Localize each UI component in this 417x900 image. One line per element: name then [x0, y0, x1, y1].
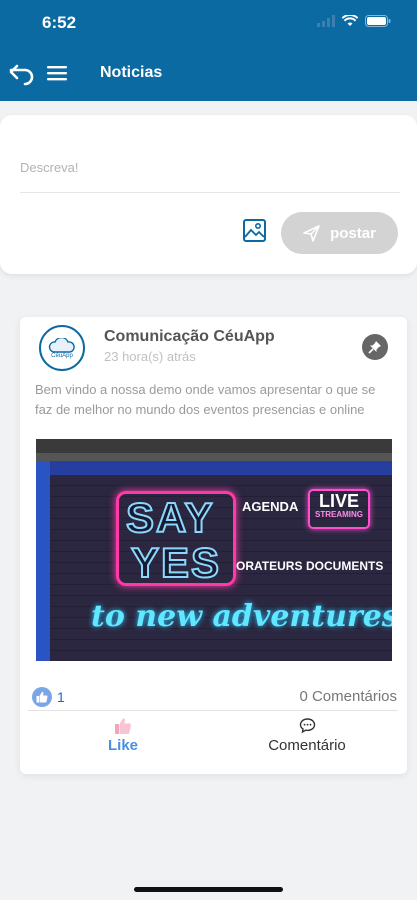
divider [28, 710, 398, 711]
cloud-logo-icon [48, 337, 75, 353]
post-button[interactable]: postar [281, 212, 398, 254]
avatar[interactable]: CéuApp [39, 325, 85, 371]
like-button[interactable]: Like [106, 717, 140, 754]
post-text: Bem vindo a nossa demo onde vamos aprese… [35, 382, 376, 417]
app-header: 6:52 Noticias [0, 0, 417, 101]
neon-documents-text: DOCUMENTS [306, 559, 384, 573]
like-count: 1 [57, 689, 65, 705]
menu-icon[interactable] [47, 64, 67, 82]
description-input[interactable] [20, 143, 400, 193]
neon-agenda-text: AGENDA [242, 499, 299, 514]
send-icon [303, 224, 320, 242]
neon-yes-text: YES [130, 538, 222, 587]
neon-say-text: SAY [125, 493, 215, 542]
like-icon [115, 718, 132, 734]
wifi-icon [342, 15, 358, 26]
signal-icon [317, 15, 335, 27]
avatar-text: CéuApp [51, 352, 73, 359]
post-composer: postar [0, 115, 417, 274]
home-indicator[interactable] [134, 887, 283, 892]
comment-button[interactable]: Comentário [262, 717, 352, 754]
neon-orateurs-text: ORATEURS [236, 559, 303, 573]
comments-count[interactable]: 0 Comentários [299, 688, 397, 705]
back-icon[interactable] [8, 62, 36, 86]
image-upload-icon[interactable] [242, 218, 267, 243]
post-timestamp: 23 hora(s) atrás [104, 349, 196, 364]
status-time: 6:52 [42, 13, 77, 32]
image-browser-tabs [36, 453, 392, 461]
thumbs-up-icon [36, 691, 48, 703]
neon-live-sign: LIVE STREAMING [308, 489, 370, 529]
post-image[interactable]: SAY YES AGENDA LIVE STREAMING ORATEURS D… [36, 439, 392, 661]
page-title: Noticias [100, 64, 163, 81]
neon-adventures-text: to new adventures! [91, 599, 392, 634]
post-author[interactable]: Comunicação CéuApp [104, 328, 275, 346]
comment-icon [299, 718, 315, 734]
pin-glyph-icon [368, 341, 381, 354]
image-browser-bar [36, 439, 392, 453]
neon-streaming-text: STREAMING [315, 510, 363, 519]
status-icons [317, 15, 391, 27]
battery-icon [365, 15, 391, 27]
image-app-sidebar [36, 461, 50, 661]
like-label: Like [107, 737, 138, 754]
image-app-topnav [50, 461, 392, 475]
comment-label: Comentário [268, 737, 346, 754]
post-button-label: postar [330, 224, 376, 242]
pin-icon[interactable] [362, 334, 388, 360]
neon-live-text: LIVE [318, 491, 359, 511]
like-count-icon [32, 687, 52, 707]
post-card: CéuApp Comunicação CéuApp 23 hora(s) atr… [20, 317, 407, 774]
